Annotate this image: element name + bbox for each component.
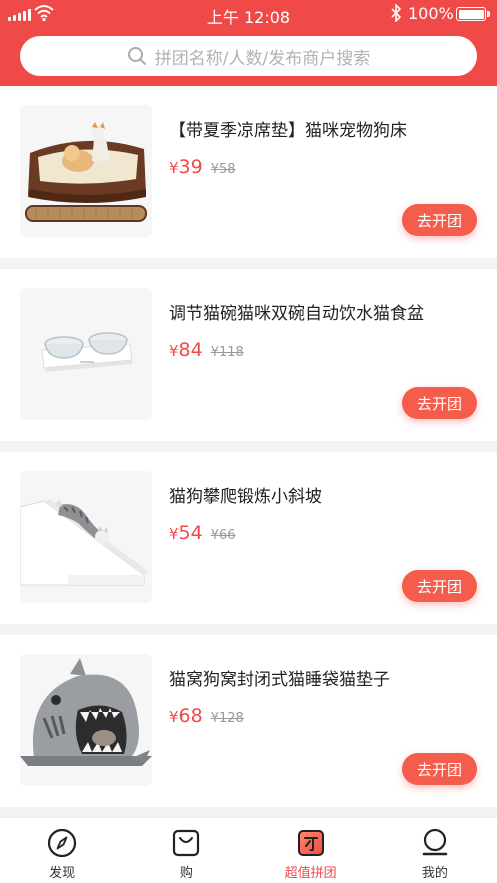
tab-label: 我的 xyxy=(421,866,448,881)
group-price: ¥68 xyxy=(169,705,203,727)
group-price: ¥54 xyxy=(169,522,203,544)
search-input[interactable]: 拼团名称/人数/发布商户搜索 xyxy=(20,36,477,76)
pet-ramp-image[interactable] xyxy=(20,471,152,603)
tab-label: 发现 xyxy=(49,866,76,881)
bottom-tab-bar: 发现 购 超值拼团 我的 xyxy=(0,817,497,883)
tab-mine[interactable]: 我的 xyxy=(373,818,497,883)
original-price: ¥58 xyxy=(210,162,236,177)
group-price: ¥84 xyxy=(169,339,203,361)
price-value: 54 xyxy=(178,522,203,544)
search-placeholder: 拼团名称/人数/发布商户搜索 xyxy=(154,48,371,69)
currency-symbol: ¥ xyxy=(169,525,179,543)
bluetooth-icon xyxy=(391,4,402,22)
original-price: ¥118 xyxy=(210,345,244,360)
status-bar: 上午 12:08 100% xyxy=(0,0,497,30)
search-icon xyxy=(127,47,146,65)
profile-icon xyxy=(422,828,448,856)
price-row: ¥39 ¥58 xyxy=(169,156,236,178)
product-title[interactable]: 调节猫碗猫咪双碗自动饮水猫食盆 xyxy=(169,299,424,324)
price-row: ¥84 ¥118 xyxy=(169,339,244,361)
original-price: ¥66 xyxy=(210,528,236,543)
pet-bed-image[interactable] xyxy=(20,105,152,237)
start-group-button[interactable]: 去开团 xyxy=(402,570,477,602)
group-buy-icon xyxy=(297,830,324,856)
start-group-button[interactable]: 去开团 xyxy=(402,387,477,419)
product-title[interactable]: 猫窝狗窝封闭式猫睡袋猫垫子 xyxy=(169,665,390,690)
currency-symbol: ¥ xyxy=(169,342,179,360)
tab-label: 购 xyxy=(179,866,193,881)
double-bowl-image[interactable] xyxy=(20,288,152,420)
product-title[interactable]: 【带夏季凉席垫】猫咪宠物狗床 xyxy=(169,116,407,141)
start-group-button[interactable]: 去开团 xyxy=(402,753,477,785)
product-card[interactable]: 调节猫碗猫咪双碗自动饮水猫食盆 ¥84 ¥118 去开团 xyxy=(0,269,497,441)
compass-icon xyxy=(48,828,77,858)
price-value: 39 xyxy=(178,156,203,178)
header-bar: 上午 12:08 100% 拼团名称/人数/发布商户搜索 xyxy=(0,0,497,86)
start-group-button[interactable]: 去开团 xyxy=(402,204,477,236)
product-title[interactable]: 猫狗攀爬锻炼小斜坡 xyxy=(169,482,322,507)
product-card[interactable]: 【带夏季凉席垫】猫咪宠物狗床 ¥39 ¥58 去开团 xyxy=(0,86,497,258)
tab-group-buy[interactable]: 超值拼团 xyxy=(249,818,373,883)
group-price: ¥39 xyxy=(169,156,203,178)
currency-symbol: ¥ xyxy=(169,708,179,726)
price-value: 84 xyxy=(178,339,203,361)
tab-label: 超值拼团 xyxy=(284,866,337,881)
currency-symbol: ¥ xyxy=(169,159,179,177)
product-card[interactable]: 猫狗攀爬锻炼小斜坡 ¥54 ¥66 去开团 xyxy=(0,452,497,624)
tab-discover[interactable]: 发现 xyxy=(0,818,124,883)
tab-buy[interactable]: 购 xyxy=(124,818,248,883)
original-price: ¥128 xyxy=(210,711,244,726)
shark-cat-bed-image[interactable] xyxy=(20,654,152,786)
battery-percent: 100% xyxy=(408,4,454,23)
price-row: ¥68 ¥128 xyxy=(169,705,244,727)
battery-icon xyxy=(456,7,490,21)
price-value: 68 xyxy=(178,705,203,727)
product-card[interactable]: 猫窝狗窝封闭式猫睡袋猫垫子 ¥68 ¥128 去开团 xyxy=(0,635,497,807)
bag-icon xyxy=(173,829,200,857)
price-row: ¥54 ¥66 xyxy=(169,522,236,544)
